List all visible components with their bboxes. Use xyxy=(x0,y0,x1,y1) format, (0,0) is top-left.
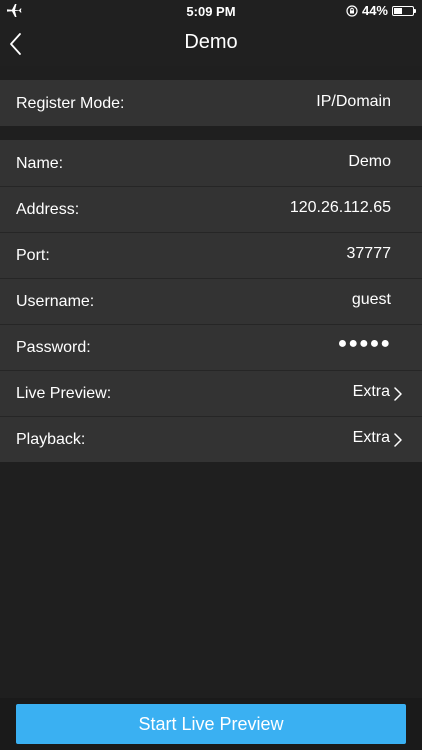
status-right-group: 44% xyxy=(346,3,416,18)
password-value: ●●●●● xyxy=(337,335,391,352)
address-label: Address: xyxy=(16,201,80,218)
live-preview-row[interactable]: Live Preview: Extra xyxy=(0,370,422,416)
device-settings-screen: 5:09 PM 44% Demo Register Mode: IP/Domai… xyxy=(0,0,422,750)
address-value: 120.26.112.65 xyxy=(289,199,391,216)
register-mode-row[interactable]: Register Mode: IP/Domain xyxy=(0,80,422,126)
playback-value: Extra xyxy=(352,429,390,446)
device-fields-group: Name: Demo Address: 120.26.112.65 Port: … xyxy=(0,140,422,462)
username-value: guest xyxy=(351,291,391,308)
battery-icon xyxy=(392,5,416,16)
live-preview-label: Live Preview: xyxy=(16,385,112,402)
name-value: Demo xyxy=(348,153,391,170)
battery-fill xyxy=(394,7,402,14)
register-mode-value: IP/Domain xyxy=(316,93,391,110)
status-bar: 5:09 PM 44% xyxy=(0,0,422,22)
rotation-lock-icon xyxy=(346,4,358,17)
username-label: Username: xyxy=(16,293,95,310)
chevron-right-icon xyxy=(394,433,402,447)
name-label: Name: xyxy=(16,155,64,172)
bottom-action-bar: Start Live Preview xyxy=(0,698,422,750)
playback-label: Playback: xyxy=(16,431,86,448)
name-row[interactable]: Name: Demo xyxy=(0,140,422,186)
register-mode-label: Register Mode: xyxy=(16,95,125,112)
port-row[interactable]: Port: 37777 xyxy=(0,232,422,278)
port-label: Port: xyxy=(16,247,50,264)
password-label: Password: xyxy=(16,339,91,356)
username-row[interactable]: Username: guest xyxy=(0,278,422,324)
register-mode-group: Register Mode: IP/Domain xyxy=(0,80,422,126)
password-row[interactable]: Password: ●●●●● xyxy=(0,324,422,370)
playback-row[interactable]: Playback: Extra xyxy=(0,416,422,462)
chevron-right-icon xyxy=(394,387,402,401)
page-title: Demo xyxy=(184,31,238,53)
start-live-preview-button[interactable]: Start Live Preview xyxy=(16,704,406,744)
live-preview-value: Extra xyxy=(352,383,390,400)
address-row[interactable]: Address: 120.26.112.65 xyxy=(0,186,422,232)
navigation-bar: Demo xyxy=(0,22,422,66)
battery-percent: 44% xyxy=(361,3,388,18)
port-value: 37777 xyxy=(346,245,392,262)
